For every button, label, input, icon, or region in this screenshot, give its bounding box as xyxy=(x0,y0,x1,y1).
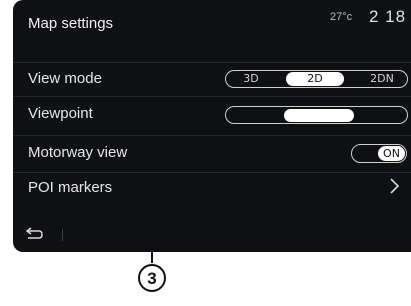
view-mode-selector[interactable]: 3D 2D 2DN xyxy=(225,70,408,88)
view-mode-2dn[interactable]: 2DN xyxy=(364,72,400,86)
toggle-state: ON xyxy=(378,146,405,161)
clock: 2 18 xyxy=(369,7,407,26)
view-mode-2d[interactable]: 2D xyxy=(286,72,344,86)
callout-line xyxy=(151,188,153,263)
temperature: 27°c xyxy=(330,11,353,23)
back-arrow-icon[interactable] xyxy=(25,226,45,240)
viewpoint-slider[interactable] xyxy=(225,106,408,124)
view-mode-label: View mode xyxy=(28,70,102,87)
header: Map settings 27°c 2 18 xyxy=(13,0,411,50)
callout-number: 3 xyxy=(138,264,166,292)
poi-markers-row[interactable]: POI markers xyxy=(13,172,411,205)
chevron-right-icon[interactable] xyxy=(387,176,401,196)
view-mode-row: View mode 3D 2D 2DN xyxy=(13,62,411,96)
viewpoint-slider-handle[interactable] xyxy=(284,109,354,122)
nav-screen: Map settings 27°c 2 18 View mode 3D 2D 2… xyxy=(13,0,411,252)
footer-bar xyxy=(13,212,411,252)
view-mode-3d[interactable]: 3D xyxy=(238,72,264,86)
footer-divider xyxy=(62,229,63,241)
page-title: Map settings xyxy=(28,15,114,32)
motorway-view-row: Motorway view ON xyxy=(13,135,411,170)
motorway-view-label: Motorway view xyxy=(28,144,128,161)
viewpoint-label: Viewpoint xyxy=(28,105,93,122)
motorway-view-toggle[interactable]: ON xyxy=(351,144,407,163)
viewpoint-row: Viewpoint xyxy=(13,96,411,131)
poi-markers-label: POI markers xyxy=(28,179,113,196)
